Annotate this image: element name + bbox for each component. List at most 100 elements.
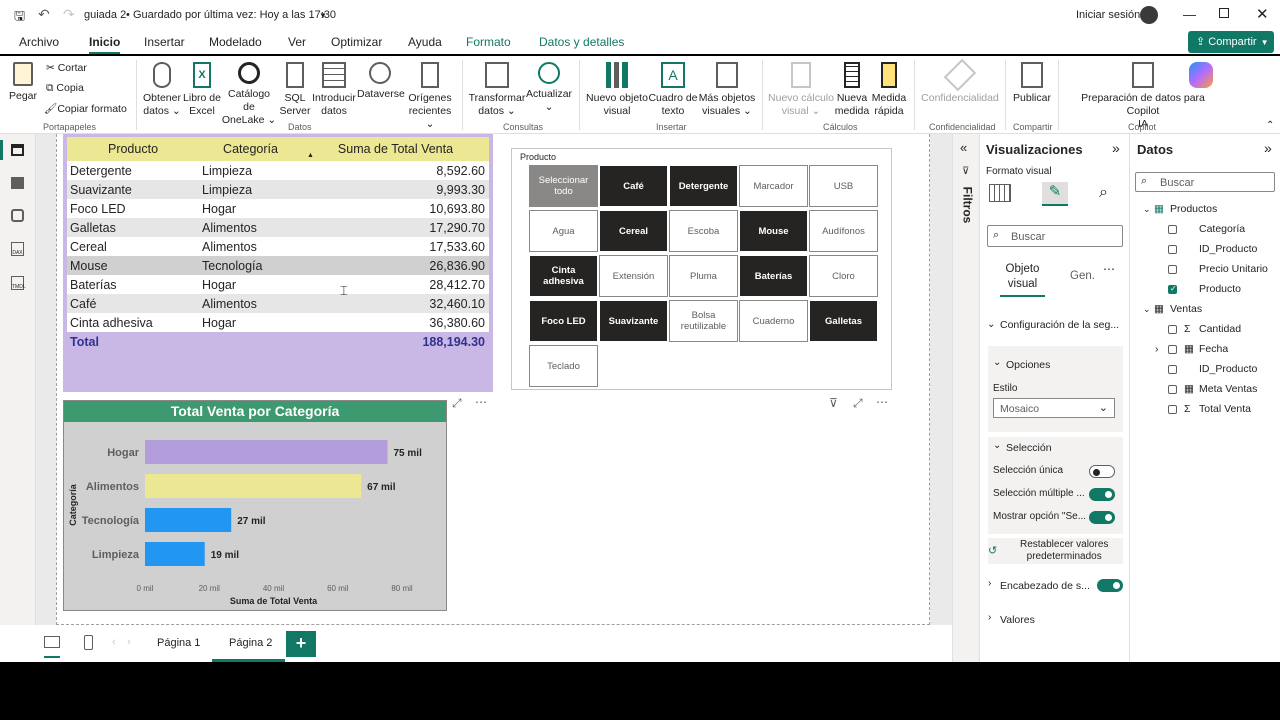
publish-button[interactable]: Publicar <box>1010 62 1054 105</box>
section-slicer-settings[interactable]: Configuración de la seg... <box>1000 319 1119 331</box>
selection-header[interactable]: Selección <box>1006 442 1052 454</box>
slicer-tile[interactable]: Detergente <box>669 165 738 207</box>
single-select-toggle[interactable] <box>1089 465 1115 478</box>
table-ventas[interactable]: Ventas <box>1170 303 1202 315</box>
collapse-ribbon-icon[interactable]: ⌃ <box>1266 120 1274 131</box>
tab-pagina-1[interactable]: Página 1 <box>157 637 200 649</box>
field-item[interactable]: Total Venta <box>1199 403 1251 415</box>
chevron-down-icon[interactable]: ▼ <box>319 11 327 20</box>
chevron-down-icon[interactable]: ⌄ <box>1143 204 1151 215</box>
save-icon[interactable]: 🖫 <box>14 7 25 29</box>
product-slicer[interactable]: Producto Seleccionar todo Café Detergente M… <box>511 148 892 390</box>
field-checkbox[interactable] <box>1168 345 1177 354</box>
avatar-icon[interactable] <box>1140 6 1158 24</box>
field-checkbox[interactable] <box>1168 325 1177 334</box>
copilot-button[interactable] <box>1186 62 1216 92</box>
chevron-right-icon[interactable]: › <box>988 612 991 623</box>
dax-view-icon[interactable]: DAX <box>11 242 24 256</box>
collapse-viz-icon[interactable]: » <box>1112 140 1120 156</box>
field-item[interactable]: Cantidad <box>1199 323 1241 335</box>
minimize-icon[interactable]: — <box>1183 7 1196 22</box>
slicer-tile[interactable]: Galletas <box>809 300 878 342</box>
chevron-down-icon[interactable]: ⌄ <box>1143 304 1151 315</box>
section-values[interactable]: Valores <box>1000 614 1035 626</box>
field-item[interactable]: Meta Ventas <box>1199 383 1257 395</box>
tab-insertar[interactable]: Insertar <box>144 35 185 49</box>
table-view-icon[interactable] <box>11 177 24 189</box>
slicer-tile[interactable]: Cereal <box>599 210 668 252</box>
table-row[interactable]: Foco LED Hogar 10,693.80 <box>67 199 489 218</box>
model-view-icon[interactable] <box>11 209 24 222</box>
table-row[interactable]: Detergente Limpieza 8,592.60 <box>67 161 489 180</box>
table-visual[interactable]: Producto Categoría Suma de Total Venta D… <box>63 134 493 392</box>
slicer-tile[interactable]: Mouse <box>739 210 808 252</box>
header-producto[interactable]: Producto <box>67 137 199 162</box>
close-icon[interactable]: ✕ <box>1256 5 1269 23</box>
bar[interactable] <box>145 440 388 464</box>
slicer-tile[interactable]: Cinta adhesiva <box>529 255 598 297</box>
undo-icon[interactable]: ↶ <box>38 6 50 23</box>
table-productos[interactable]: Productos <box>1170 203 1217 215</box>
slicer-tile[interactable]: Baterías <box>739 255 808 297</box>
table-row[interactable]: Baterías Hogar 28,412.70 <box>67 275 489 294</box>
table-row[interactable]: Suavizante Limpieza 9,993.30 <box>67 180 489 199</box>
next-page-icon[interactable]: › <box>127 636 131 648</box>
field-checkbox[interactable] <box>1168 365 1177 374</box>
header-categoria[interactable]: Categoría <box>199 137 302 162</box>
build-visual-icon[interactable] <box>989 184 1011 202</box>
slicer-tile[interactable]: Café <box>599 165 668 207</box>
table-row[interactable]: Galletas Alimentos 17,290.70 <box>67 218 489 237</box>
table-row[interactable]: Mouse Tecnología 26,836.90 <box>67 256 489 275</box>
report-view-icon[interactable] <box>11 144 24 156</box>
signin-link[interactable]: Iniciar sesión <box>1076 9 1140 21</box>
tab-formato[interactable]: Formato <box>466 35 511 49</box>
options-header[interactable]: Opciones <box>1006 359 1050 371</box>
tab-datos-detalles[interactable]: Datos y detalles <box>539 35 624 49</box>
sort-ascending-icon[interactable]: ▲ <box>307 152 314 159</box>
table-row[interactable]: Café Alimentos 32,460.10 <box>67 294 489 313</box>
maximize-icon[interactable] <box>1219 8 1229 18</box>
redo-icon[interactable]: ↷ <box>63 6 75 23</box>
onelake-button[interactable]: Catálogo de OneLake ⌄ <box>221 62 277 127</box>
new-measure-button[interactable]: Nueva medida <box>834 62 870 118</box>
tab-archivo[interactable]: Archivo <box>19 35 59 49</box>
tmdl-view-icon[interactable]: TMDL <box>11 276 26 290</box>
field-item[interactable]: Categoría <box>1199 223 1245 235</box>
tab-modelado[interactable]: Modelado <box>209 35 262 49</box>
prev-page-icon[interactable]: ‹ <box>112 636 116 648</box>
slicer-tile[interactable]: Marcador <box>739 165 808 207</box>
field-item[interactable]: Producto <box>1199 283 1241 295</box>
more-options-icon[interactable]: ⋯ <box>1103 262 1115 276</box>
more-visuals-button[interactable]: Más objetos visuales ⌄ <box>698 62 756 118</box>
add-page-button[interactable]: + <box>286 631 316 657</box>
tab-optimizar[interactable]: Optimizar <box>331 35 382 49</box>
field-item[interactable]: Precio Unitario <box>1199 263 1268 275</box>
slicer-tile[interactable]: Seleccionar todo <box>529 165 598 207</box>
slicer-tile[interactable]: Agua <box>529 210 598 252</box>
get-data-button[interactable]: Obtener datos ⌄ <box>141 62 183 118</box>
chevron-down-icon[interactable]: ⌄ <box>993 357 1001 368</box>
field-checkbox[interactable] <box>1168 225 1177 234</box>
filter-icon[interactable]: ⊽ <box>829 396 838 410</box>
collapse-data-icon[interactable]: » <box>1264 140 1272 156</box>
slicer-tile[interactable]: Bolsa reutilizable <box>669 300 738 342</box>
multi-select-toggle[interactable] <box>1089 488 1115 501</box>
excel-button[interactable]: X Libro de Excel <box>182 62 222 118</box>
paste-button[interactable]: Pegar <box>8 62 38 103</box>
header-total-venta[interactable]: Suma de Total Venta <box>302 137 489 162</box>
slicer-tile[interactable]: Cuaderno <box>739 300 808 342</box>
copy-button[interactable]: ⧉ Copia <box>46 82 84 95</box>
table-row[interactable]: Cinta adhesiva Hogar 36,380.60 <box>67 313 489 332</box>
style-dropdown[interactable]: Mosaico ⌄ <box>993 398 1115 418</box>
show-select-all-toggle[interactable] <box>1089 511 1115 524</box>
viz-search-input[interactable]: ⌕ Buscar <box>987 225 1123 247</box>
slicer-tile[interactable]: Audífonos <box>809 210 878 252</box>
filters-collapsed-pane[interactable]: « ⊽ Filtros <box>952 134 979 662</box>
slicer-tile[interactable]: USB <box>809 165 878 207</box>
dataverse-button[interactable]: Dataverse <box>357 62 405 101</box>
table-row[interactable]: Cereal Alimentos 17,533.60 <box>67 237 489 256</box>
sensitivity-button[interactable]: Confidencialidad <box>920 58 1000 105</box>
section-slicer-header[interactable]: Encabezado de s... <box>1000 580 1090 592</box>
field-checkbox[interactable] <box>1168 405 1177 414</box>
mobile-layout-icon[interactable] <box>84 635 93 650</box>
